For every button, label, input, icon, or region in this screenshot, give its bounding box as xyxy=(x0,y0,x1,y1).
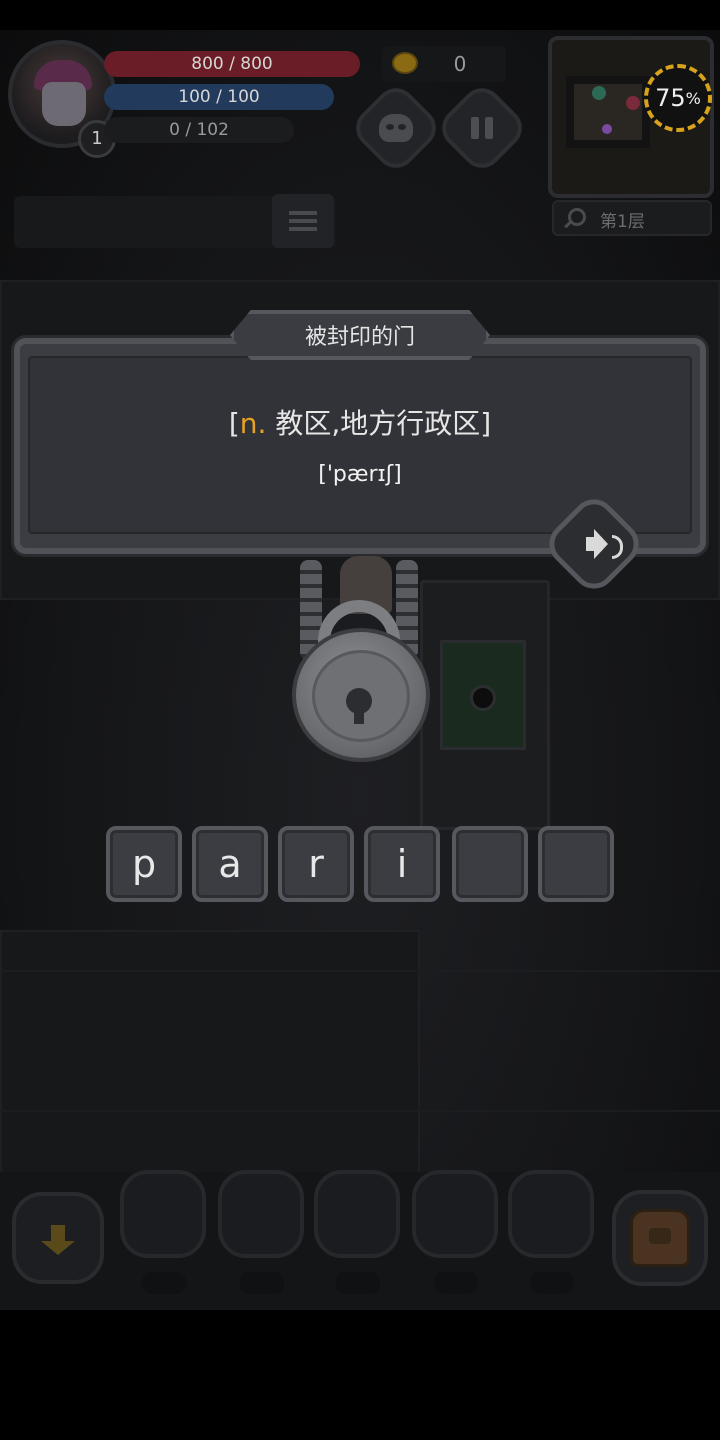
skill-slot[interactable] xyxy=(508,1170,594,1258)
gold-coin-icon xyxy=(392,52,418,74)
menu-icon xyxy=(289,211,317,231)
skill-slot[interactable] xyxy=(314,1170,400,1258)
minimap-marker xyxy=(626,96,640,110)
skill-slot[interactable] xyxy=(120,1170,206,1258)
hp-bar: 800 / 800 xyxy=(104,51,360,77)
pet-icon xyxy=(379,114,413,142)
arrow-down-icon xyxy=(41,1225,75,1255)
minimap-marker xyxy=(592,86,606,100)
search-icon xyxy=(568,208,586,226)
letter-tile-empty[interactable] xyxy=(538,826,614,902)
floor-line xyxy=(0,1110,720,1112)
skill-slot[interactable] xyxy=(412,1170,498,1258)
slot-base xyxy=(336,1272,380,1294)
letter-tile-empty[interactable] xyxy=(452,826,528,902)
definition-meaning: 教区,地方行政区 xyxy=(266,407,481,440)
floor-label: 第1层 xyxy=(600,212,645,232)
backpack-button[interactable] xyxy=(612,1190,708,1286)
avatar-face xyxy=(42,82,86,126)
word-phonetic: ['pærɪʃ] xyxy=(318,462,402,487)
slot-base xyxy=(530,1272,574,1294)
floor-area xyxy=(0,930,420,1190)
slot-base xyxy=(142,1272,186,1294)
dialog-title-tab: 被封印的门 xyxy=(230,310,490,360)
part-of-speech: n. xyxy=(239,407,267,440)
descend-button[interactable] xyxy=(12,1192,104,1284)
exploration-progress: 75% xyxy=(644,64,712,132)
mp-bar: 100 / 100 xyxy=(104,84,334,110)
progress-unit: % xyxy=(685,88,701,108)
minimap-room xyxy=(566,76,650,148)
lock-keyhole xyxy=(346,688,372,724)
door-keyhole xyxy=(470,685,496,711)
letter-tile[interactable]: r xyxy=(278,826,354,902)
gold-value: 0 xyxy=(453,52,467,76)
definition-bracket-open: [ xyxy=(228,407,240,440)
skill-slot[interactable] xyxy=(218,1170,304,1258)
slot-base xyxy=(240,1272,284,1294)
definition-bracket-close: ] xyxy=(480,407,492,440)
slot-base xyxy=(434,1272,478,1294)
minimap-marker xyxy=(602,124,612,134)
dialog-title: 被封印的门 xyxy=(304,325,415,350)
word-definition: [n. 教区,地方行政区] xyxy=(28,402,692,442)
backpack-icon xyxy=(630,1209,690,1267)
floor-line xyxy=(0,970,720,972)
xp-bar: 0 / 102 xyxy=(104,117,294,143)
menu-button[interactable] xyxy=(272,194,334,248)
pause-icon xyxy=(471,117,493,139)
speaker-icon xyxy=(586,537,602,551)
letter-tile[interactable]: a xyxy=(192,826,268,902)
progress-value: 75 xyxy=(655,84,686,112)
letter-tile[interactable]: i xyxy=(364,826,440,902)
letter-tile[interactable]: p xyxy=(106,826,182,902)
